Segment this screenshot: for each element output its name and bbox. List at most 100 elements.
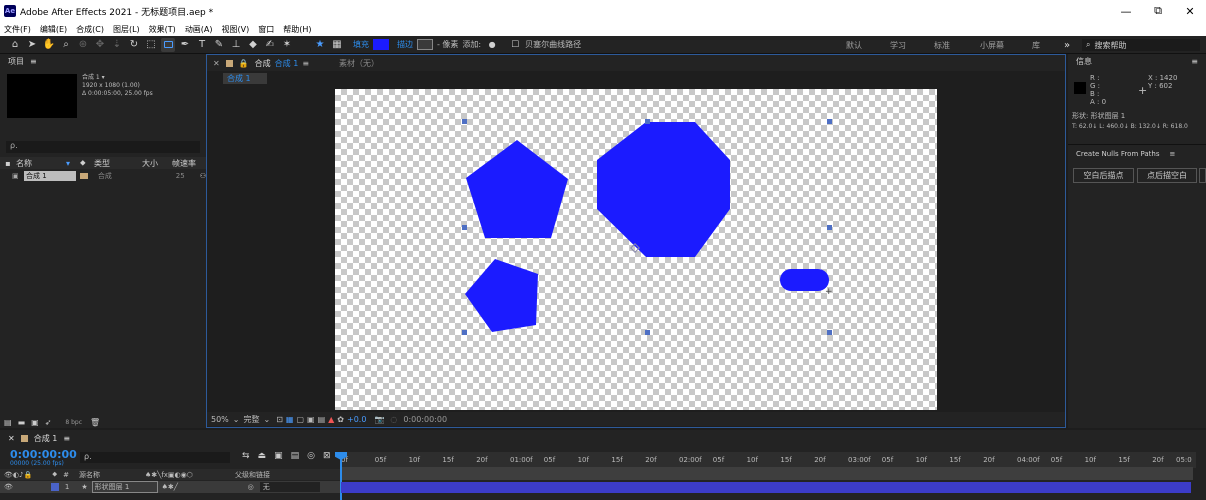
star-icon[interactable]: ★ <box>313 38 327 52</box>
zoom-tool-icon[interactable]: ⌕ <box>59 38 73 52</box>
menu-animation[interactable]: 动画(A) <box>185 24 213 35</box>
mask-icon[interactable]: ▢ <box>296 415 304 424</box>
pickwhip-icon[interactable]: ◎ <box>248 483 254 491</box>
type-tool-icon[interactable]: T <box>195 38 209 52</box>
footage-tab[interactable]: 素材（无） <box>339 58 379 69</box>
pan-tool-icon[interactable]: ✥ <box>93 38 107 52</box>
flow-icon[interactable]: ➶ <box>45 418 52 427</box>
motion-blur-icon[interactable]: ◎ <box>307 451 315 461</box>
stroke-color-swatch[interactable] <box>417 39 433 50</box>
nulls-follow-points-button[interactable]: 点后描空白 <box>1137 168 1197 183</box>
clone-tool-icon[interactable]: ⊥ <box>229 38 243 52</box>
fit-icon[interactable]: ⊡ <box>276 415 283 424</box>
workspace-libraries[interactable]: 库 <box>1032 36 1040 54</box>
menu-layer[interactable]: 图层(L) <box>113 24 140 35</box>
rotate-tool-icon[interactable]: ↻ <box>127 38 141 52</box>
parent-dropdown[interactable]: 无 <box>259 482 320 492</box>
puppet-tool-icon[interactable]: ✶ <box>280 38 294 52</box>
tag-icon[interactable]: ⬥ <box>80 158 94 168</box>
menu-file[interactable]: 文件(F) <box>4 24 31 35</box>
nulls-title[interactable]: Create Nulls From Paths <box>1076 150 1160 158</box>
new-folder-icon[interactable]: ▬ <box>18 418 26 427</box>
fill-label[interactable]: 填充 <box>353 39 369 50</box>
dolly-tool-icon[interactable]: ⇣ <box>110 38 124 52</box>
tab-menu-icon[interactable]: ≡ <box>302 59 309 68</box>
frame-blending-icon[interactable]: ▤ <box>291 451 300 461</box>
parent-col[interactable]: 父级和链接 <box>235 470 270 480</box>
hide-shy-icon[interactable]: ▣ <box>274 451 283 461</box>
exposure-value[interactable]: +0.0 <box>347 415 366 424</box>
label-column-icon[interactable]: ▪ <box>0 159 16 168</box>
timeline-search-input[interactable]: ρ. <box>80 452 230 463</box>
more-workspaces-icon[interactable]: » <box>1064 36 1070 54</box>
workspace-default[interactable]: 默认 <box>846 36 862 54</box>
snapshot-icon[interactable]: ▤ <box>318 415 326 424</box>
lock-icon[interactable]: 🔒 <box>239 59 249 68</box>
layer-duration-bar[interactable] <box>341 482 1191 493</box>
points-follow-nulls-button[interactable]: 空白后描点 <box>1073 168 1134 183</box>
maximize-button[interactable]: ⧉ <box>1142 0 1174 22</box>
graph-editor-icon[interactable]: ⊠ <box>323 451 331 461</box>
menu-window[interactable]: 窗口 <box>258 24 274 35</box>
selection-tool-icon[interactable]: ➤ <box>25 38 39 52</box>
sort-chevron-icon[interactable]: ▾ <box>66 159 80 168</box>
anchor-tool-icon[interactable]: ⬚ <box>144 38 158 52</box>
interpret-footage-icon[interactable]: ▤ <box>4 418 12 427</box>
layer-color-chip[interactable] <box>50 483 59 491</box>
add-label[interactable]: 添加: <box>462 39 481 50</box>
hand-tool-icon[interactable]: ✋ <box>42 38 56 52</box>
workspace-small-screen[interactable]: 小屏幕 <box>980 36 1004 54</box>
layer-switches-icon[interactable]: ♠✱╱ <box>162 483 248 491</box>
chevron-down-icon[interactable]: ▾ <box>102 74 105 81</box>
layer-name[interactable]: 形状图层 1 <box>91 481 158 493</box>
menu-composition[interactable]: 合成(C) <box>76 24 104 35</box>
roto-tool-icon[interactable]: ✍ <box>263 38 277 52</box>
brush-tool-icon[interactable]: ✎ <box>212 38 226 52</box>
viewer-tab-label[interactable]: 合成 <box>255 58 271 69</box>
bezier-checkbox[interactable]: ☐ <box>508 38 522 52</box>
camera-icon[interactable]: 📷 <box>374 415 384 424</box>
info-title[interactable]: 信息 <box>1076 56 1092 67</box>
rectangle-tool-icon[interactable] <box>161 37 175 52</box>
project-item-row[interactable]: ▣ 合成 1 合成 25 ⚇ <box>0 170 206 181</box>
checker-icon[interactable]: ▦ <box>330 38 344 52</box>
tag-icon[interactable]: ⬥ <box>52 470 57 479</box>
switches-icon[interactable]: ♠✱╲fx▣◐◉⬡ <box>145 471 235 479</box>
tab-menu-icon[interactable]: ≡ <box>63 434 70 443</box>
chevron-down-icon[interactable]: ⌄ <box>233 415 240 424</box>
minimize-button[interactable]: — <box>1110 0 1142 22</box>
eye-icon[interactable]: 👁 <box>4 483 13 491</box>
comp-mini-flowchart-icon[interactable]: ⇆ <box>242 451 250 461</box>
col-name[interactable]: 名称 <box>16 158 66 169</box>
col-type[interactable]: 类型 <box>94 158 142 169</box>
orbit-tool-icon[interactable]: ⊛ <box>76 38 90 52</box>
pen-tool-icon[interactable]: ✒ <box>178 38 192 52</box>
col-size[interactable]: 大小 <box>142 158 172 169</box>
timeline-tab[interactable]: 合成 1 <box>34 433 58 444</box>
quality-dropdown[interactable]: 完整 <box>243 414 259 425</box>
close-tab-icon[interactable]: ✕ <box>213 59 220 68</box>
work-area-bar[interactable] <box>341 467 1193 480</box>
menu-effect[interactable]: 效果(T) <box>149 24 176 35</box>
workspace-learn[interactable]: 学习 <box>890 36 906 54</box>
chevron-down-icon[interactable]: ⌄ <box>263 415 270 424</box>
region-icon[interactable]: ▣ <box>307 415 315 424</box>
menu-view[interactable]: 视图(V) <box>222 24 250 35</box>
number-icon[interactable]: # <box>63 471 69 479</box>
menu-help[interactable]: 帮助(H) <box>283 24 311 35</box>
bpc-label[interactable]: 8 bpc <box>65 419 82 426</box>
zoom-dropdown[interactable]: 50% <box>211 415 229 424</box>
fill-color-swatch[interactable] <box>373 39 389 50</box>
layer-row[interactable]: 👁 1 ★ 形状图层 1 ♠✱╱ ◎ 无 <box>0 481 340 493</box>
help-search-input[interactable]: ⌕ 搜索帮助 <box>1082 39 1200 51</box>
viewer-timecode[interactable]: 0:00:00:00 <box>403 415 447 424</box>
transparency-grid-icon[interactable]: ▦ <box>286 415 294 424</box>
trash-icon[interactable]: 🗑 <box>90 418 100 427</box>
new-comp-icon[interactable]: ▣ <box>31 418 39 427</box>
menu-edit[interactable]: 编辑(E) <box>40 24 67 35</box>
comp-subtab[interactable]: 合成 1 <box>223 73 267 84</box>
label-color-chip[interactable] <box>79 172 88 179</box>
panel-menu-icon[interactable]: ≡ <box>1170 150 1176 158</box>
viewer-tab-comp[interactable]: 合成 1 <box>275 58 299 69</box>
color-channel-icon[interactable]: ▲ <box>328 415 334 424</box>
